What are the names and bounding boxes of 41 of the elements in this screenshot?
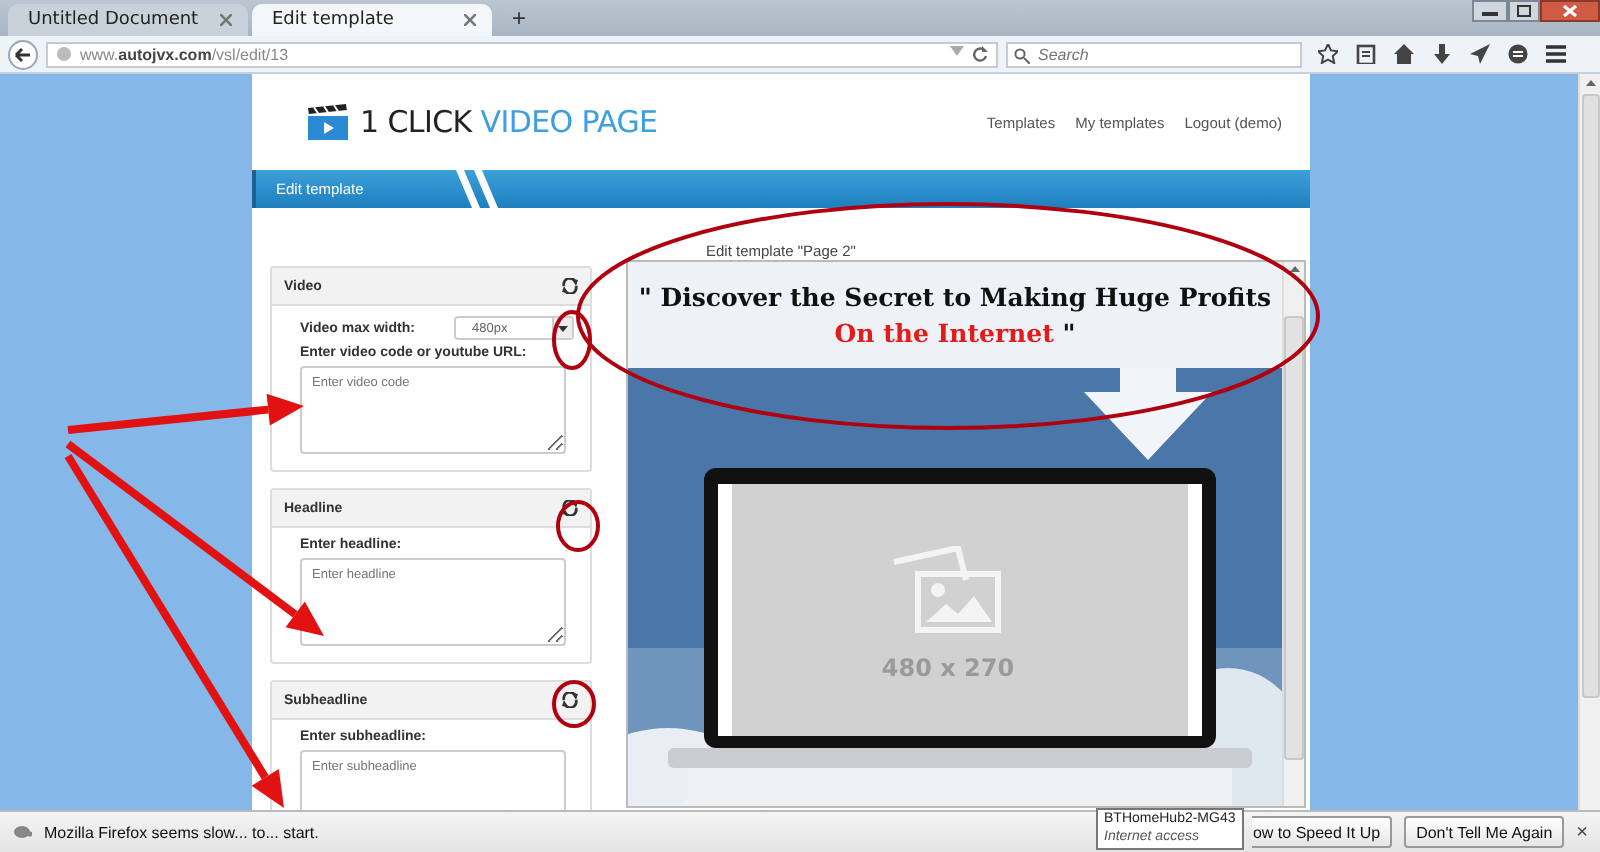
home-icon[interactable]	[1394, 44, 1414, 64]
close-icon[interactable]: ×	[1576, 821, 1588, 843]
annotation-ellipse	[552, 680, 596, 728]
reload-icon[interactable]	[972, 46, 988, 62]
scrollbar[interactable]	[1282, 262, 1304, 806]
search-field[interactable]: Search	[1006, 41, 1302, 67]
maximize-icon[interactable]	[1508, 0, 1540, 22]
scroll-up-icon	[1289, 266, 1299, 272]
annotation-ellipse	[556, 500, 600, 552]
caret-icon	[558, 325, 568, 331]
clapperboard-icon	[308, 104, 348, 140]
download-icon[interactable]	[1432, 44, 1452, 64]
speed-up-button[interactable]: ow to Speed It Up	[1252, 816, 1393, 848]
notification-message: Mozilla Firefox seems slow... to... start.	[44, 823, 319, 841]
refresh-icon[interactable]	[562, 500, 578, 516]
close-icon[interactable]	[464, 14, 476, 26]
banner-stripe-icon	[456, 170, 504, 208]
refresh-icon[interactable]	[562, 278, 578, 294]
menu-icon[interactable]	[1546, 44, 1566, 64]
scroll-up-icon	[1585, 80, 1595, 86]
browser-tab[interactable]: Edit template	[252, 4, 492, 36]
dismiss-button[interactable]: Don't Tell Me Again	[1404, 816, 1565, 848]
new-tab-button[interactable]: +	[496, 4, 543, 32]
logo-text: 1 CLICK VIDEO PAGE	[360, 104, 658, 140]
back-icon[interactable]	[8, 39, 38, 69]
minimize-icon[interactable]	[1472, 0, 1508, 22]
address-bar[interactable]: www.autojvx.com/vsl/edit/13	[46, 41, 998, 67]
turtle-icon	[12, 824, 32, 840]
search-icon	[1014, 47, 1030, 63]
star-icon[interactable]	[1318, 44, 1338, 64]
globe-icon	[56, 46, 72, 62]
browser-tab[interactable]: Untitled Document	[8, 4, 248, 36]
chat-icon[interactable]	[1508, 44, 1528, 64]
refresh-icon[interactable]	[562, 692, 578, 708]
send-icon[interactable]	[1470, 44, 1490, 64]
url-text: www.autojvx.com/vsl/edit/13	[80, 45, 289, 63]
clipboard-icon[interactable]	[1356, 44, 1376, 64]
page-headline: " Discover the Secret to Making Huge Profits On the Internet "	[628, 262, 1282, 368]
image-icon	[890, 546, 1006, 634]
close-icon[interactable]	[1540, 0, 1600, 22]
page-scrollbar[interactable]	[1578, 74, 1600, 810]
